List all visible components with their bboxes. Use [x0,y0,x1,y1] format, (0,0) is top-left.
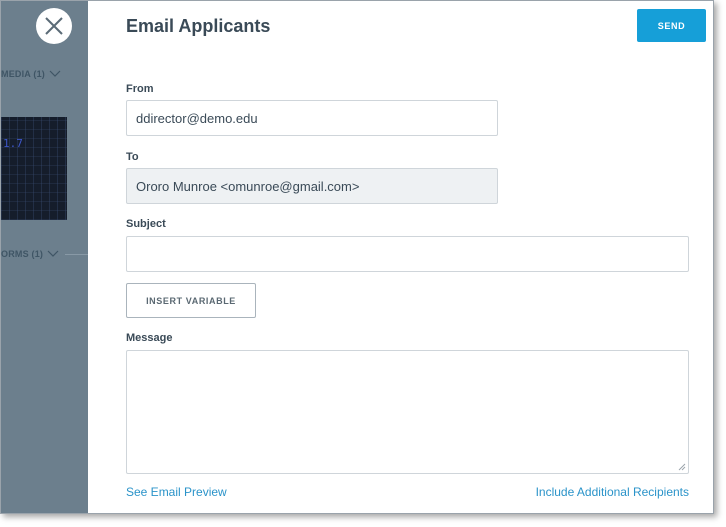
insert-variable-button[interactable]: INSERT VARIABLE [126,283,256,318]
chevron-down-icon [47,250,59,257]
see-email-preview-link[interactable]: See Email Preview [126,485,227,499]
to-field: Ororo Munroe <omunroe@gmail.com> [126,168,498,204]
subject-field[interactable] [126,236,689,272]
send-button[interactable]: SEND [637,9,706,42]
to-label: To [126,151,139,163]
subject-label: Subject [126,218,166,230]
from-field[interactable]: ddirector@demo.edu [126,100,498,136]
message-textarea[interactable] [126,350,689,474]
from-label: From [126,83,154,95]
email-dialog: Email Applicants SEND From ddirector@dem… [88,1,713,513]
media-thumbnail: 1.7 [1,117,67,220]
include-recipients-link[interactable]: Include Additional Recipients [536,485,689,499]
chevron-down-icon [49,70,61,77]
from-value: ddirector@demo.edu [136,110,258,126]
close-icon [45,17,63,35]
forms-section-label: ORMS (1) [1,249,44,259]
thumbnail-glyph: 1.7 [3,137,23,150]
forms-section-header: ORMS (1) [1,249,59,259]
to-value: Ororo Munroe <omunroe@gmail.com> [136,178,360,194]
media-section-label: MEDIA (1) [1,69,45,79]
dimmed-background: MEDIA (1) 1.7 ORMS (1) [1,1,88,513]
message-label: Message [126,332,173,344]
media-section-header: MEDIA (1) [1,69,61,79]
close-button[interactable] [36,8,72,44]
divider [65,254,88,255]
app-window: MEDIA (1) 1.7 ORMS (1) Email Applicants … [0,0,714,514]
dialog-title: Email Applicants [126,16,271,36]
resize-grip-icon[interactable] [678,463,686,471]
